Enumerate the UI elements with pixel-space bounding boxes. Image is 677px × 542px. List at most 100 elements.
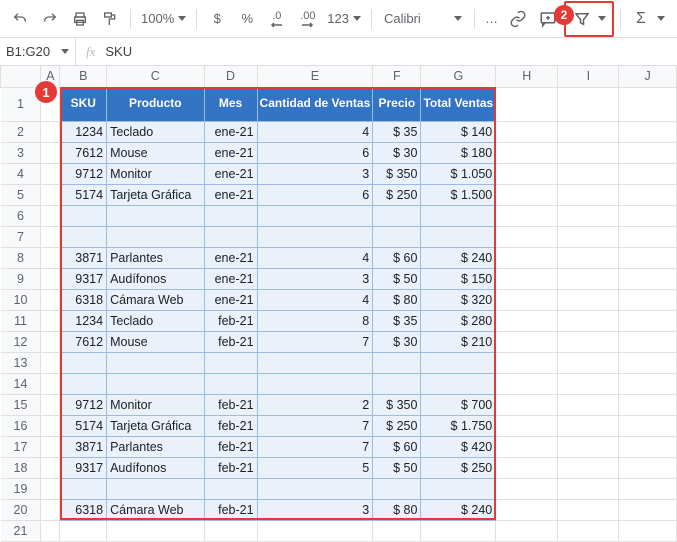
data-cell[interactable]: Audífonos — [107, 457, 204, 478]
data-cell[interactable]: 3 — [257, 268, 373, 289]
col-header[interactable]: F — [373, 66, 421, 87]
data-cell[interactable] — [421, 205, 496, 226]
cell[interactable] — [558, 268, 619, 289]
col-header[interactable]: E — [257, 66, 373, 87]
col-header[interactable]: J — [619, 66, 677, 87]
grid-row[interactable]: 159712Monitorfeb-212$ 350$ 700 — [1, 394, 677, 415]
data-cell[interactable] — [60, 373, 107, 394]
cell[interactable] — [41, 226, 60, 247]
data-cell[interactable]: feb-21 — [204, 457, 257, 478]
row-header[interactable]: 10 — [1, 289, 41, 310]
data-cell[interactable]: 5 — [257, 457, 373, 478]
data-cell[interactable]: 7612 — [60, 142, 107, 163]
data-cell[interactable]: Mouse — [107, 142, 204, 163]
cell[interactable] — [619, 184, 677, 205]
row-header[interactable]: 21 — [1, 520, 41, 541]
data-cell[interactable]: $ 210 — [421, 331, 496, 352]
cell[interactable] — [619, 310, 677, 331]
zoom-select[interactable]: 100% — [137, 5, 190, 33]
data-cell[interactable]: $ 280 — [421, 310, 496, 331]
data-cell[interactable]: ene-21 — [204, 268, 257, 289]
cell[interactable] — [496, 436, 558, 457]
cell[interactable] — [558, 247, 619, 268]
cell[interactable] — [41, 268, 60, 289]
data-cell[interactable]: $ 240 — [421, 499, 496, 520]
cell[interactable] — [619, 226, 677, 247]
data-cell[interactable]: $ 80 — [373, 499, 421, 520]
row-header[interactable]: 13 — [1, 352, 41, 373]
data-cell[interactable]: feb-21 — [204, 394, 257, 415]
col-header[interactable]: H — [496, 66, 558, 87]
data-cell[interactable]: 9317 — [60, 457, 107, 478]
cell[interactable] — [41, 436, 60, 457]
data-cell[interactable]: 5174 — [60, 415, 107, 436]
cell[interactable] — [41, 373, 60, 394]
grid-row[interactable]: 55174Tarjeta Gráficaene-216$ 250$ 1.500 — [1, 184, 677, 205]
data-cell[interactable]: 6 — [257, 184, 373, 205]
row-header[interactable]: 16 — [1, 415, 41, 436]
cell[interactable] — [496, 247, 558, 268]
data-cell[interactable] — [373, 205, 421, 226]
grid-row[interactable]: 173871Parlantesfeb-217$ 60$ 420 — [1, 436, 677, 457]
data-cell[interactable]: $ 50 — [373, 268, 421, 289]
cell[interactable] — [619, 163, 677, 184]
data-cell[interactable]: 3 — [257, 163, 373, 184]
data-cell[interactable] — [421, 352, 496, 373]
data-cell[interactable]: feb-21 — [204, 415, 257, 436]
data-cell[interactable] — [204, 373, 257, 394]
data-cell[interactable]: ene-21 — [204, 289, 257, 310]
cell[interactable] — [558, 142, 619, 163]
grid-row[interactable]: 189317Audífonosfeb-215$ 50$ 250 — [1, 457, 677, 478]
data-cell[interactable] — [60, 205, 107, 226]
cell[interactable] — [558, 415, 619, 436]
filter-dropdown[interactable] — [598, 16, 606, 21]
cell[interactable] — [41, 121, 60, 142]
data-cell[interactable]: $ 1.050 — [421, 163, 496, 184]
data-cell[interactable] — [107, 352, 204, 373]
data-cell[interactable]: $ 35 — [373, 310, 421, 331]
paint-format-button[interactable] — [96, 5, 124, 33]
table-header-cell[interactable]: Producto — [107, 87, 204, 121]
column-header-row[interactable]: A B C D E F G H I J — [1, 66, 677, 87]
cell[interactable] — [558, 352, 619, 373]
data-cell[interactable] — [204, 478, 257, 499]
row-header[interactable]: 6 — [1, 205, 41, 226]
cell[interactable] — [619, 87, 677, 121]
data-cell[interactable]: $ 240 — [421, 247, 496, 268]
data-cell[interactable] — [421, 478, 496, 499]
cell[interactable] — [558, 520, 619, 541]
data-cell[interactable] — [421, 373, 496, 394]
grid-row[interactable]: 49712Monitorene-213$ 350$ 1.050 — [1, 163, 677, 184]
cell[interactable] — [558, 331, 619, 352]
cell[interactable] — [558, 184, 619, 205]
grid-row[interactable]: 106318Cámara Webene-214$ 80$ 320 — [1, 289, 677, 310]
grid-row[interactable]: 7 — [1, 226, 677, 247]
grid-row[interactable]: 19 — [1, 478, 677, 499]
increase-decimal-button[interactable]: .00 — [293, 5, 321, 33]
data-cell[interactable]: Parlantes — [107, 436, 204, 457]
cell[interactable] — [558, 436, 619, 457]
data-cell[interactable]: Teclado — [107, 310, 204, 331]
data-cell[interactable]: $ 60 — [373, 436, 421, 457]
cell[interactable] — [496, 457, 558, 478]
data-cell[interactable]: feb-21 — [204, 310, 257, 331]
data-cell[interactable]: Monitor — [107, 394, 204, 415]
data-cell[interactable]: $ 1.500 — [421, 184, 496, 205]
cell[interactable] — [257, 520, 373, 541]
row-header[interactable]: 3 — [1, 142, 41, 163]
cell[interactable] — [496, 310, 558, 331]
data-cell[interactable]: 6 — [257, 142, 373, 163]
data-cell[interactable]: $ 700 — [421, 394, 496, 415]
row-header[interactable]: 15 — [1, 394, 41, 415]
data-cell[interactable]: Parlantes — [107, 247, 204, 268]
cell[interactable] — [496, 268, 558, 289]
data-cell[interactable]: 1234 — [60, 310, 107, 331]
data-cell[interactable]: $ 150 — [421, 268, 496, 289]
data-cell[interactable] — [60, 478, 107, 499]
decrease-decimal-button[interactable]: .0 — [263, 5, 291, 33]
data-cell[interactable]: Cámara Web — [107, 499, 204, 520]
cell[interactable] — [496, 226, 558, 247]
data-cell[interactable]: $ 30 — [373, 142, 421, 163]
data-cell[interactable]: $ 350 — [373, 394, 421, 415]
cell[interactable] — [41, 478, 60, 499]
